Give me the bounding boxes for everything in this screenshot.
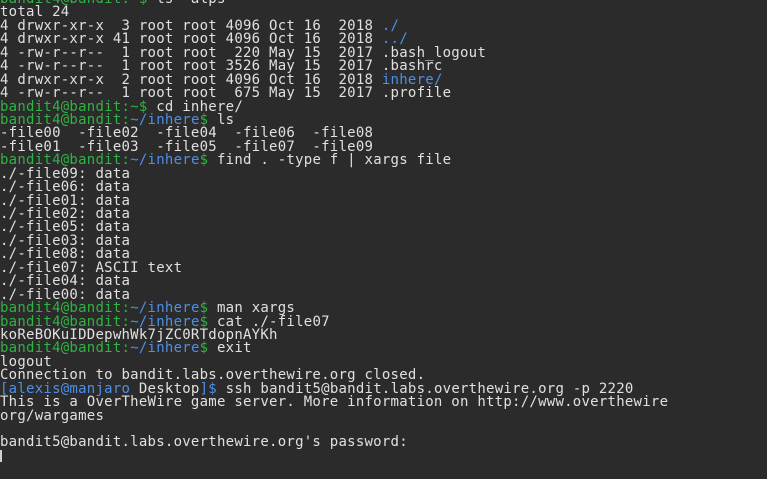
terminal-line <box>0 449 767 463</box>
terminal-segment-text: exit <box>216 340 252 357</box>
terminal-segment-path: ~/inhere <box>130 152 200 169</box>
terminal-segment-text: bandit5@bandit.labs.overthewire.org's pa… <box>0 434 408 451</box>
terminal-line: org/wargames <box>0 407 767 424</box>
terminal-segment-text: ls -alps <box>156 0 225 7</box>
terminal-segment-prompt: $ <box>199 340 217 357</box>
terminal-segment-text: find . -type f | xargs file <box>216 152 452 169</box>
text-cursor <box>0 449 2 462</box>
terminal-segment-path: ~/inhere <box>130 340 200 357</box>
terminal-output[interactable]: bandit4@bandit:~$ ls -alpstotal 244 drwx… <box>0 0 767 479</box>
terminal-segment-prompt: $ <box>199 152 217 169</box>
terminal-segment-text: org/wargames <box>0 407 105 424</box>
terminal-line: bandit4@bandit:~/inhere$ exit <box>0 340 767 357</box>
terminal-line: bandit5@bandit.labs.overthewire.org's pa… <box>0 434 767 451</box>
terminal-line: This is a OverTheWire game server. More … <box>0 395 767 409</box>
